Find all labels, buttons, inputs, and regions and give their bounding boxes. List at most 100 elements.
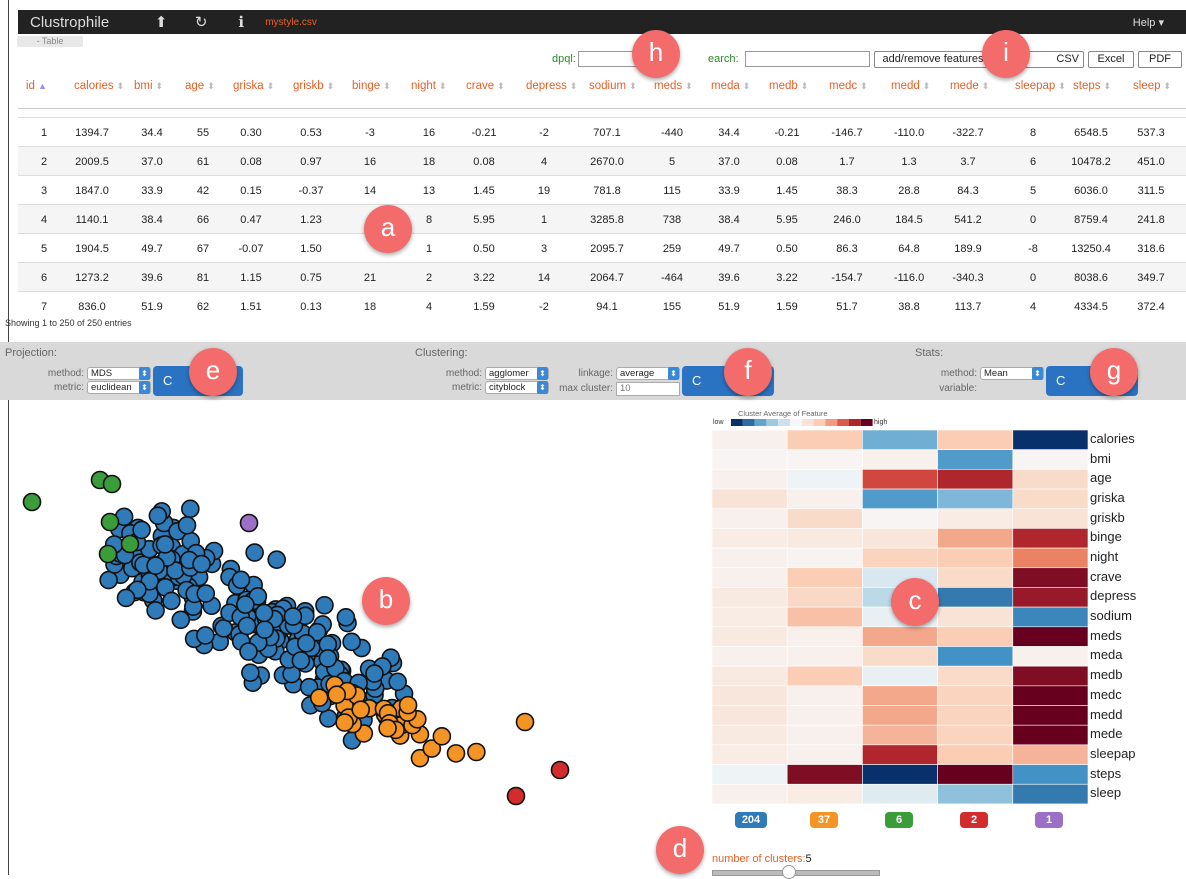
- heatmap-cell[interactable]: [1012, 626, 1088, 647]
- heatmap-cell[interactable]: [712, 685, 788, 706]
- sort-icon[interactable]: ⬍: [743, 81, 751, 91]
- heatmap-cell[interactable]: [1012, 783, 1088, 804]
- heatmap-cell[interactable]: [862, 685, 938, 706]
- column-header-age[interactable]: age ⬍: [185, 80, 215, 92]
- data-point[interactable]: [255, 620, 275, 639]
- column-header-sleepap[interactable]: sleepap ⬍: [1015, 80, 1066, 92]
- data-point[interactable]: [342, 632, 361, 652]
- data-point[interactable]: [132, 520, 151, 540]
- heatmap-cell[interactable]: [937, 626, 1014, 647]
- heatmap-cell[interactable]: [712, 449, 788, 470]
- data-point[interactable]: [398, 695, 418, 715]
- cluster-size-badge[interactable]: 2: [960, 812, 988, 828]
- heatmap-cell[interactable]: [712, 508, 788, 529]
- heatmap-cell[interactable]: [786, 705, 863, 726]
- heatmap-cell[interactable]: [786, 744, 863, 765]
- heatmap-cell[interactable]: [862, 547, 938, 569]
- column-header-griska[interactable]: griska ⬍: [233, 80, 274, 92]
- sort-icon[interactable]: ⬍: [267, 81, 275, 91]
- data-point[interactable]: [327, 685, 347, 704]
- heatmap-cell[interactable]: [937, 430, 1014, 450]
- heatmap-cell[interactable]: [786, 488, 863, 510]
- help-menu[interactable]: Help ▾: [1133, 16, 1164, 29]
- heatmap-cell[interactable]: [937, 469, 1014, 490]
- sort-icon[interactable]: ⬍: [1058, 81, 1066, 91]
- column-header-id[interactable]: id ▲: [26, 80, 47, 92]
- heatmap-cell[interactable]: [1012, 587, 1088, 608]
- sort-icon[interactable]: ⬍: [685, 81, 693, 91]
- refresh-icon[interactable]: ↻: [181, 13, 221, 31]
- column-header-meds[interactable]: meds ⬍: [654, 80, 693, 92]
- add-remove-features-button[interactable]: add/remove features: [874, 51, 992, 68]
- table-row[interactable]: 4 1140.1 38.4 66 0.47 1.23 8 5.95 1 3285.8 738 38.4…: [18, 204, 1186, 233]
- heatmap-cell[interactable]: [786, 528, 863, 549]
- heatmap-cell[interactable]: [712, 764, 788, 785]
- heatmap-cell[interactable]: [786, 783, 863, 804]
- heatmap-cell[interactable]: [786, 547, 863, 569]
- heatmap-cell[interactable]: [712, 705, 788, 726]
- heatmap-cell[interactable]: [712, 488, 788, 510]
- heatmap-cell[interactable]: [937, 587, 1014, 608]
- sort-icon[interactable]: ⬍: [923, 81, 931, 91]
- data-point[interactable]: [237, 616, 257, 636]
- data-point[interactable]: [98, 544, 118, 564]
- heatmap-cell[interactable]: [712, 587, 788, 608]
- heatmap-cell[interactable]: [712, 724, 788, 746]
- heatmap-cell[interactable]: [937, 705, 1014, 726]
- data-point[interactable]: [388, 672, 407, 692]
- heatmap-cell[interactable]: [1012, 567, 1088, 588]
- info-icon[interactable]: ℹ: [221, 13, 261, 31]
- heatmap-cell[interactable]: [862, 626, 938, 647]
- heatmap-cell[interactable]: [862, 665, 938, 687]
- heatmap-cell[interactable]: [862, 469, 938, 490]
- table-row[interactable]: 5 1904.5 49.7 67 -0.07 1.50 1 0.50 3 2095.7 259 49.…: [18, 233, 1186, 262]
- heatmap-cell[interactable]: [786, 665, 863, 687]
- sort-icon[interactable]: ⬍: [801, 81, 809, 91]
- heatmap-cell[interactable]: [786, 626, 863, 647]
- heatmap-cell[interactable]: [1012, 665, 1088, 687]
- data-point[interactable]: [196, 584, 216, 603]
- data-point[interactable]: [22, 492, 42, 512]
- heatmap-cell[interactable]: [862, 724, 938, 746]
- projection-method-select[interactable]: MDS ⬍: [87, 367, 151, 380]
- heatmap-cell[interactable]: [937, 528, 1014, 549]
- heatmap-cell[interactable]: [937, 508, 1014, 529]
- data-point[interactable]: [196, 626, 215, 645]
- cluster-size-badge[interactable]: 6: [885, 812, 913, 828]
- data-point[interactable]: [254, 603, 274, 623]
- data-point[interactable]: [120, 534, 140, 554]
- data-point[interactable]: [506, 786, 526, 806]
- column-header-medb[interactable]: medb ⬍: [769, 80, 808, 92]
- data-point[interactable]: [283, 607, 303, 626]
- heatmap-cell[interactable]: [712, 665, 788, 687]
- data-point[interactable]: [231, 570, 251, 590]
- heatmap-cell[interactable]: [1012, 646, 1088, 667]
- sort-icon[interactable]: ⬍: [570, 81, 578, 91]
- data-point[interactable]: [467, 742, 486, 762]
- heatmap-cell[interactable]: [862, 646, 938, 667]
- column-header-depress[interactable]: depress ⬍: [526, 80, 577, 92]
- sort-icon[interactable]: ⬍: [1104, 81, 1112, 91]
- heatmap-cell[interactable]: [712, 646, 788, 667]
- table-row[interactable]: 2 2009.5 37.0 61 0.08 0.97 16 18 0.08 4 2670.0 5 37.…: [18, 146, 1186, 175]
- heatmap-cell[interactable]: [1012, 469, 1088, 490]
- sort-icon[interactable]: ⬍: [439, 81, 447, 91]
- data-point[interactable]: [291, 651, 311, 670]
- heatmap-cell[interactable]: [1012, 764, 1088, 785]
- sort-icon[interactable]: ▲: [38, 81, 47, 91]
- sort-icon[interactable]: ⬍: [629, 81, 637, 91]
- data-point[interactable]: [214, 619, 233, 638]
- column-header-sodium[interactable]: sodium ⬍: [589, 80, 637, 92]
- heatmap-cell[interactable]: [862, 528, 938, 549]
- column-header-crave[interactable]: crave ⬍: [466, 80, 505, 92]
- column-header-griskb[interactable]: griskb ⬍: [293, 80, 334, 92]
- heatmap-cell[interactable]: [862, 449, 938, 470]
- data-point[interactable]: [181, 499, 200, 519]
- heatmap-cell[interactable]: [1012, 508, 1088, 529]
- heatmap-cell[interactable]: [937, 547, 1014, 569]
- data-point[interactable]: [99, 570, 118, 590]
- data-point[interactable]: [171, 610, 191, 630]
- table-row[interactable]: 7 836.0 51.9 62 1.51 0.13 18 4 1.59 -2 94.1 155 51.9…: [18, 291, 1186, 320]
- pdf-button[interactable]: PDF: [1138, 51, 1182, 68]
- heatmap-cell[interactable]: [862, 744, 938, 765]
